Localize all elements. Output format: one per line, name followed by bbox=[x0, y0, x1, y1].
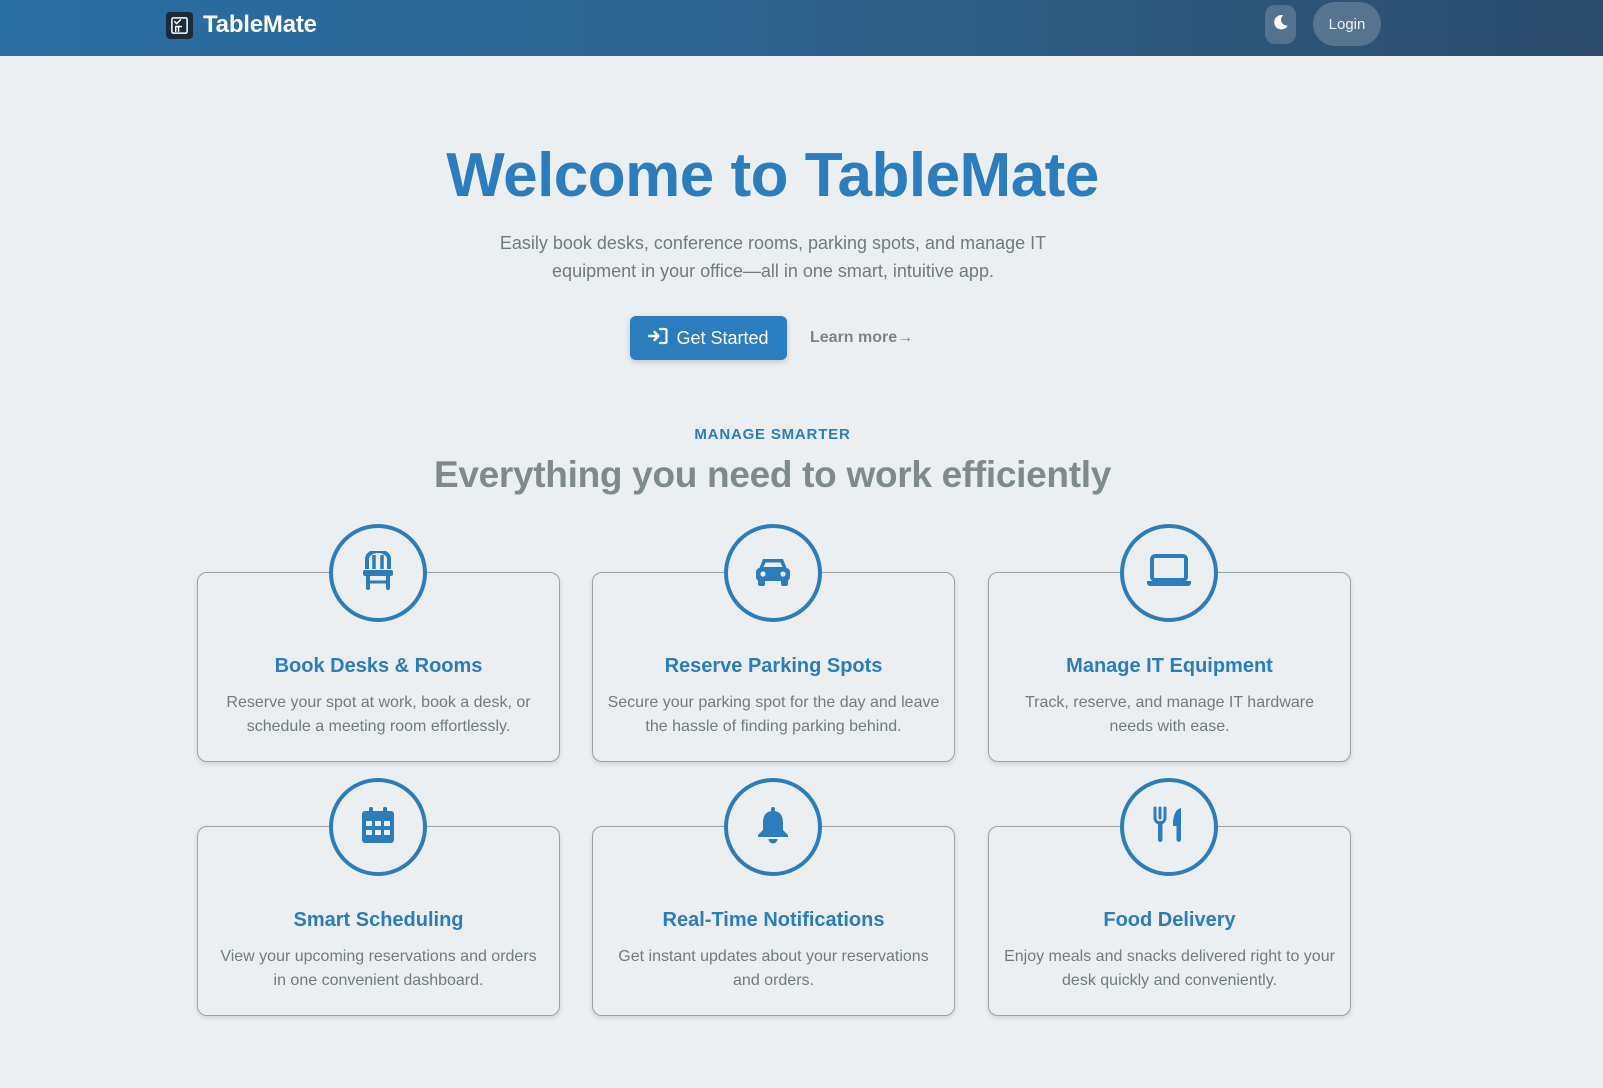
car-icon bbox=[754, 555, 792, 592]
feature-card-scheduling[interactable]: Smart Scheduling View your upcoming rese… bbox=[197, 778, 560, 1016]
learn-more-link[interactable]: Learn more→ bbox=[810, 326, 913, 350]
feature-card-title: Book Desks & Rooms bbox=[274, 655, 483, 677]
feature-card-description: Reserve your spot at work, book a desk, … bbox=[226, 694, 531, 735]
chair-icon bbox=[361, 548, 395, 596]
bell-icon bbox=[756, 806, 790, 849]
feature-card-description: Track, reserve, and manage IT hardware n… bbox=[1024, 694, 1315, 735]
theme-toggle-button[interactable] bbox=[1265, 5, 1296, 44]
feature-card-notifications[interactable]: Real-Time Notifications Get instant upda… bbox=[592, 778, 955, 1016]
top-navbar: TableMate Login bbox=[0, 0, 1603, 56]
feature-icon-badge bbox=[724, 778, 822, 876]
feature-card-food-delivery[interactable]: Food Delivery Enjoy meals and snacks del… bbox=[988, 778, 1351, 1016]
laptop-icon bbox=[1146, 553, 1192, 593]
feature-icon-badge bbox=[724, 524, 822, 622]
feature-icon-badge bbox=[329, 778, 427, 876]
feature-card-title: Smart Scheduling bbox=[293, 909, 464, 931]
feature-card-title: Real-Time Notifications bbox=[662, 909, 885, 931]
sign-in-icon bbox=[648, 327, 669, 350]
feature-card-description: Get instant updates about your reservati… bbox=[618, 948, 929, 989]
feature-icon-badge bbox=[1120, 778, 1218, 876]
get-started-button[interactable]: Get Started bbox=[630, 316, 787, 360]
utensils-icon bbox=[1152, 806, 1186, 849]
checklist-icon bbox=[166, 11, 193, 39]
features-eyebrow: MANAGE SMARTER bbox=[694, 426, 851, 443]
brand-logo-link[interactable]: TableMate bbox=[166, 10, 317, 40]
hero-subtitle: Easily book desks, conference rooms, par… bbox=[499, 233, 1047, 281]
get-started-label: Get Started bbox=[676, 327, 769, 348]
feature-card-parking[interactable]: Reserve Parking Spots Secure your parkin… bbox=[592, 524, 955, 762]
features-title: Everything you need to work efficiently bbox=[433, 454, 1112, 495]
feature-card-description: Secure your parking spot for the day and… bbox=[607, 694, 940, 735]
feature-card-description: View your upcoming reservations and orde… bbox=[220, 948, 537, 989]
feature-card-it-equipment[interactable]: Manage IT Equipment Track, reserve, and … bbox=[988, 524, 1351, 762]
feature-card-title: Manage IT Equipment bbox=[1066, 655, 1273, 677]
feature-icon-badge bbox=[1120, 524, 1218, 622]
moon-icon bbox=[1272, 13, 1290, 36]
feature-icon-badge bbox=[329, 524, 427, 622]
login-button[interactable]: Login bbox=[1313, 2, 1381, 46]
hero-title: Welcome to TableMate bbox=[446, 141, 1099, 210]
calendar-icon bbox=[361, 806, 395, 849]
feature-card-title: Reserve Parking Spots bbox=[664, 655, 883, 677]
brand-name: TableMate bbox=[203, 11, 317, 38]
feature-card-desks[interactable]: Book Desks & Rooms Reserve your spot at … bbox=[197, 524, 560, 762]
feature-card-title: Food Delivery bbox=[1103, 909, 1236, 931]
feature-card-description: Enjoy meals and snacks delivered right t… bbox=[1004, 948, 1335, 989]
